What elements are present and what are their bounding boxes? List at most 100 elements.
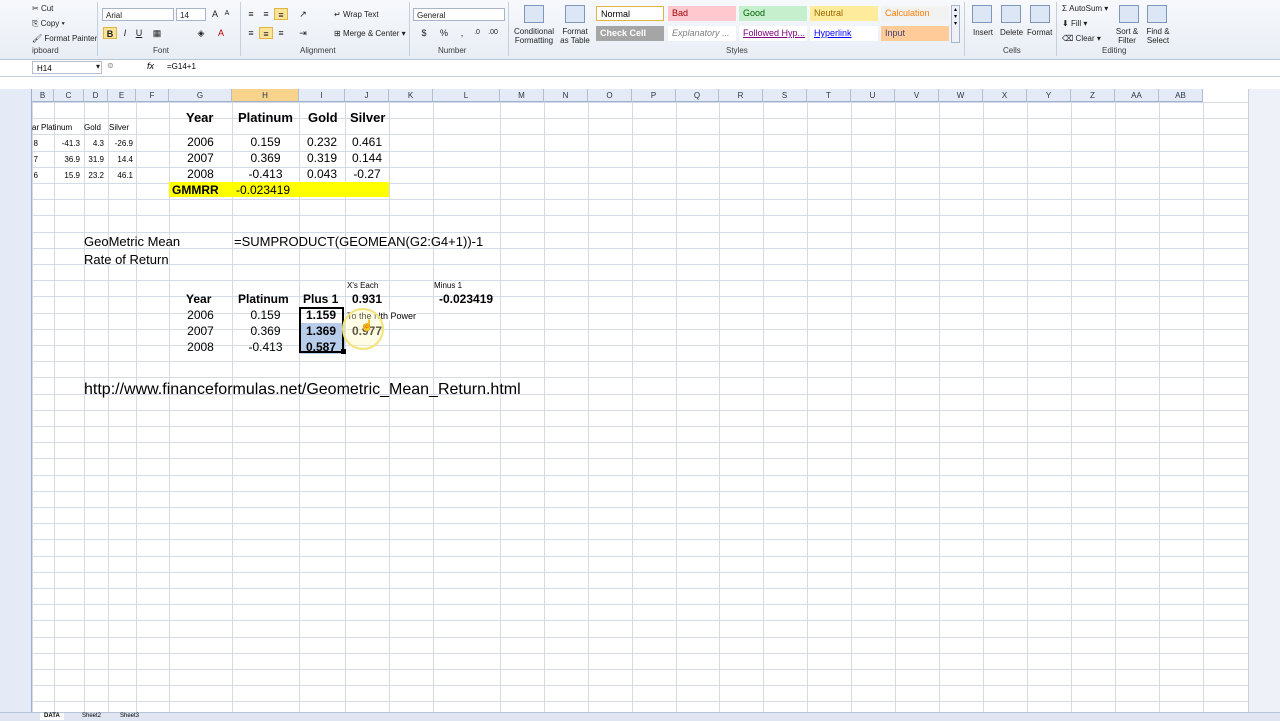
borders-icon[interactable]: ▦ bbox=[150, 27, 164, 39]
column-header-r[interactable]: R bbox=[719, 89, 763, 102]
column-header-y[interactable]: Y bbox=[1027, 89, 1071, 102]
align-right-icon[interactable]: ≡ bbox=[274, 27, 288, 39]
column-header-u[interactable]: U bbox=[851, 89, 895, 102]
find-select-button[interactable]: Find & Select bbox=[1142, 27, 1174, 45]
delete-icon[interactable] bbox=[1001, 5, 1021, 23]
comma-button[interactable]: , bbox=[455, 27, 469, 39]
column-header-p[interactable]: P bbox=[632, 89, 676, 102]
column-header-l[interactable]: L bbox=[433, 89, 500, 102]
align-top-icon[interactable]: ≡ bbox=[244, 8, 258, 20]
conditional-formatting-icon[interactable] bbox=[524, 5, 544, 23]
row-gridline bbox=[32, 232, 1248, 233]
sort-filter-icon[interactable] bbox=[1119, 5, 1139, 23]
find-select-icon[interactable] bbox=[1147, 5, 1167, 23]
copy-button[interactable]: ⎘ Copy ▾ bbox=[32, 19, 65, 29]
percent-button[interactable]: % bbox=[437, 27, 451, 39]
shrink-font-icon[interactable]: A bbox=[220, 8, 234, 20]
cell-style-hyperlink[interactable]: Hyperlink bbox=[810, 26, 878, 41]
column-header-f[interactable]: F bbox=[136, 89, 169, 102]
delete-button[interactable]: Delete bbox=[1000, 28, 1023, 37]
fill-color-icon[interactable]: ◈ bbox=[194, 27, 208, 39]
cell-style-normal[interactable]: Normal bbox=[596, 6, 664, 21]
column-header-k[interactable]: K bbox=[389, 89, 433, 102]
font-name-select[interactable]: Arial bbox=[102, 8, 174, 21]
currency-button[interactable]: $ bbox=[417, 27, 431, 39]
sort-filter-button[interactable]: Sort & Filter bbox=[1112, 27, 1142, 45]
format-as-table-icon[interactable] bbox=[565, 5, 585, 23]
styles-more-icon[interactable]: ▴ ▾ ▾ bbox=[951, 5, 960, 43]
name-box-dropdown-icon[interactable]: ▾ bbox=[96, 62, 100, 71]
indent-icon[interactable]: ⇥ bbox=[296, 27, 310, 39]
underline-button[interactable]: U bbox=[132, 27, 146, 39]
number-format-select[interactable]: General bbox=[413, 8, 505, 21]
align-left-icon[interactable]: ≡ bbox=[244, 27, 258, 39]
column-header-x[interactable]: X bbox=[983, 89, 1027, 102]
format-as-table-button[interactable]: Format as Table bbox=[558, 27, 592, 45]
insert-button[interactable]: Insert bbox=[973, 28, 993, 37]
column-header-q[interactable]: Q bbox=[676, 89, 719, 102]
conditional-formatting-button[interactable]: Conditional Formatting bbox=[512, 27, 556, 45]
column-header-i[interactable]: I bbox=[299, 89, 345, 102]
column-header-b[interactable]: B bbox=[32, 89, 54, 102]
italic-button[interactable]: I bbox=[118, 27, 132, 39]
column-header-e[interactable]: E bbox=[108, 89, 136, 102]
column-gridline bbox=[32, 102, 33, 716]
font-color-icon[interactable]: A bbox=[214, 27, 228, 39]
cell-style-check-cell[interactable]: Check Cell bbox=[596, 26, 664, 41]
column-header-ab[interactable]: AB bbox=[1159, 89, 1203, 102]
vertical-scrollbar[interactable] bbox=[1248, 89, 1280, 716]
align-middle-icon[interactable]: ≡ bbox=[259, 8, 273, 20]
cell-style-neutral[interactable]: Neutral bbox=[810, 6, 878, 21]
cut-button[interactable]: ✂ Cut bbox=[32, 4, 53, 13]
column-header-aa[interactable]: AA bbox=[1115, 89, 1159, 102]
row-gridline bbox=[32, 669, 1248, 670]
decrease-decimal-icon[interactable]: .00 bbox=[486, 27, 500, 39]
increase-decimal-icon[interactable]: .0 bbox=[470, 27, 484, 39]
align-center-icon[interactable]: ≡ bbox=[259, 27, 273, 39]
wrap-text-button[interactable]: ↵ Wrap Text bbox=[334, 10, 379, 19]
column-header-g[interactable]: G bbox=[169, 89, 232, 102]
cell-style-explanatory[interactable]: Explanatory ... bbox=[668, 26, 736, 41]
column-header-z[interactable]: Z bbox=[1071, 89, 1115, 102]
column-header-m[interactable]: M bbox=[500, 89, 544, 102]
autosum-button[interactable]: Σ AutoSum ▾ bbox=[1062, 4, 1108, 13]
column-header-c[interactable]: C bbox=[54, 89, 84, 102]
column-header-o[interactable]: O bbox=[588, 89, 632, 102]
font-size-select[interactable]: 14 bbox=[176, 8, 206, 21]
fill-button[interactable]: ⬇ Fill ▾ bbox=[1062, 19, 1087, 28]
format-button[interactable]: Format bbox=[1027, 28, 1052, 37]
column-header-n[interactable]: N bbox=[544, 89, 588, 102]
t2-geomean-value: 0.931 bbox=[352, 292, 383, 306]
align-bottom-icon[interactable]: ≡ bbox=[274, 8, 288, 20]
column-header-w[interactable]: W bbox=[939, 89, 983, 102]
cell-style-input[interactable]: Input bbox=[881, 26, 949, 41]
format-icon[interactable] bbox=[1030, 5, 1050, 23]
cancel-icon[interactable]: ⊜ bbox=[107, 61, 114, 70]
insert-icon[interactable] bbox=[972, 5, 992, 23]
sheet-tab-2[interactable]: Sheet2 bbox=[78, 713, 105, 720]
row-gridline bbox=[32, 556, 1248, 557]
column-header-j[interactable]: J bbox=[345, 89, 389, 102]
cell-style-calculation[interactable]: Calculation bbox=[881, 6, 949, 21]
cell-style-bad[interactable]: Bad bbox=[668, 6, 736, 21]
orientation-icon[interactable]: ↗ bbox=[296, 8, 310, 20]
column-header-v[interactable]: V bbox=[895, 89, 939, 102]
formula-input[interactable]: =G14+1 bbox=[167, 62, 196, 71]
bold-button[interactable]: B bbox=[103, 27, 117, 39]
reference-url[interactable]: http://www.financeformulas.net/Geometric… bbox=[84, 381, 521, 399]
separator bbox=[240, 2, 241, 56]
cell-style-followed-hyp[interactable]: Followed Hyp... bbox=[739, 26, 807, 41]
sheet-tab-data[interactable]: DATA bbox=[40, 713, 64, 720]
column-header-t[interactable]: T bbox=[807, 89, 851, 102]
column-header-d[interactable]: D bbox=[84, 89, 108, 102]
clear-button[interactable]: ⌫ Clear ▾ bbox=[1062, 34, 1101, 43]
format-painter-button[interactable]: 🖌 Format Painter bbox=[32, 34, 97, 43]
merge-center-button[interactable]: ⊞ Merge & Center ▾ bbox=[334, 29, 406, 38]
xs-each-label: X's Each bbox=[347, 281, 379, 290]
name-box[interactable]: H14 bbox=[32, 61, 102, 74]
cell-style-good[interactable]: Good bbox=[739, 6, 807, 21]
column-header-s[interactable]: S bbox=[763, 89, 807, 102]
column-header-h[interactable]: H bbox=[232, 89, 299, 102]
insert-function-icon[interactable]: fx bbox=[147, 61, 154, 71]
sheet-tab-3[interactable]: Sheet3 bbox=[116, 713, 143, 720]
